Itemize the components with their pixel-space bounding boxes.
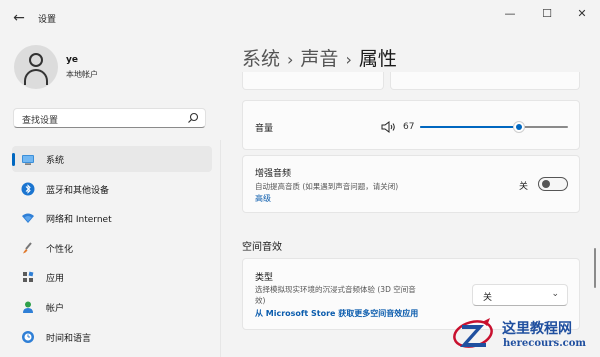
bluetooth-icon [21, 182, 35, 196]
search-placeholder: 查找设置 [22, 116, 59, 126]
scrollbar[interactable] [594, 248, 596, 288]
enhance-audio-toggle[interactable] [538, 177, 568, 191]
volume-label: 音量 [255, 124, 274, 134]
breadcrumb: 系统 › 声音 › 属性 [242, 44, 397, 71]
breadcrumb-item-sound[interactable]: 声音 [300, 44, 338, 71]
account-type: 本地帐户 [66, 70, 98, 79]
watermark-logo [453, 318, 493, 348]
previous-setting-card[interactable] [390, 72, 580, 90]
sidebar-item-label: 网络和 Internet [46, 215, 112, 225]
apps-icon [23, 271, 34, 282]
volume-slider[interactable] [420, 121, 568, 133]
monitor-icon [22, 155, 34, 165]
sidebar-item-apps[interactable]: 应用 [12, 264, 212, 290]
breadcrumb-item-system[interactable]: 系统 [242, 44, 280, 71]
sidebar-item-system[interactable]: 系统 [12, 146, 212, 172]
enhance-audio-description: 自动提高音质 (如果遇到声音问题，请关闭) [255, 182, 399, 191]
watermark-url: herecours.com [503, 338, 587, 349]
page-title: 属性 [358, 48, 397, 70]
dropdown-selected-value: 关 [483, 293, 493, 303]
enhance-audio-title: 增强音频 [255, 169, 292, 179]
store-link[interactable]: 从 Microsoft Store 获取更多空间音效应用 [255, 308, 418, 319]
sidebar-item-label: 应用 [46, 274, 65, 284]
sidebar-item-label: 时间和语言 [46, 334, 92, 344]
chevron-down-icon: ⌄ [551, 289, 559, 299]
title-bar: ← 设置 — ☐ ✕ [0, 0, 600, 36]
active-indicator [12, 153, 15, 166]
spatial-type-description-cont: 效) [255, 296, 266, 305]
advanced-link[interactable]: 高级 [255, 193, 271, 204]
sidebar-item-network[interactable]: 网络和 Internet [12, 205, 212, 231]
sidebar-item-bluetooth[interactable]: 蓝牙和其他设备 [12, 176, 212, 202]
spatial-type-description: 选择模拟现实环境的沉浸式音频体验 (3D 空间音 [255, 285, 416, 294]
wifi-icon [22, 213, 34, 223]
sidebar-item-label: 蓝牙和其他设备 [46, 186, 110, 196]
chevron-right-icon: › [287, 50, 294, 69]
volume-value: 67 [403, 122, 415, 132]
speaker-icon[interactable] [380, 120, 398, 134]
sidebar-item-time-language[interactable]: 时间和语言 [12, 324, 212, 350]
spatial-type-title: 类型 [255, 273, 274, 283]
watermark-title: 这里教程网 [502, 321, 572, 337]
user-name: ye [66, 55, 78, 65]
sidebar-item-personalization[interactable]: 个性化 [12, 235, 212, 261]
person-icon [29, 53, 43, 67]
close-button[interactable]: ✕ [572, 6, 592, 22]
clock-globe-icon [22, 331, 34, 343]
sidebar-item-label: 系统 [46, 156, 65, 166]
sidebar-item-label: 个性化 [46, 245, 74, 255]
previous-setting-card[interactable] [242, 72, 384, 90]
minimize-button[interactable]: — [500, 6, 520, 22]
enhance-audio-state: 关 [519, 182, 529, 192]
app-title: 设置 [38, 15, 57, 25]
search-input[interactable]: 查找设置 [13, 108, 206, 128]
spatial-type-dropdown[interactable]: 关 ⌄ [472, 284, 568, 306]
person-icon [23, 301, 33, 313]
sidebar-divider [220, 140, 221, 357]
sidebar-item-label: 帐户 [46, 304, 65, 314]
volume-slider-fill [420, 126, 520, 128]
sidebar-item-accounts[interactable]: 帐户 [12, 294, 212, 320]
search-icon [188, 112, 199, 123]
back-button[interactable]: ← [10, 9, 28, 27]
section-title: 空间音效 [242, 242, 282, 253]
maximize-button[interactable]: ☐ [537, 6, 557, 22]
brush-icon [23, 242, 32, 254]
avatar[interactable] [14, 45, 58, 89]
chevron-right-icon: › [345, 50, 352, 69]
